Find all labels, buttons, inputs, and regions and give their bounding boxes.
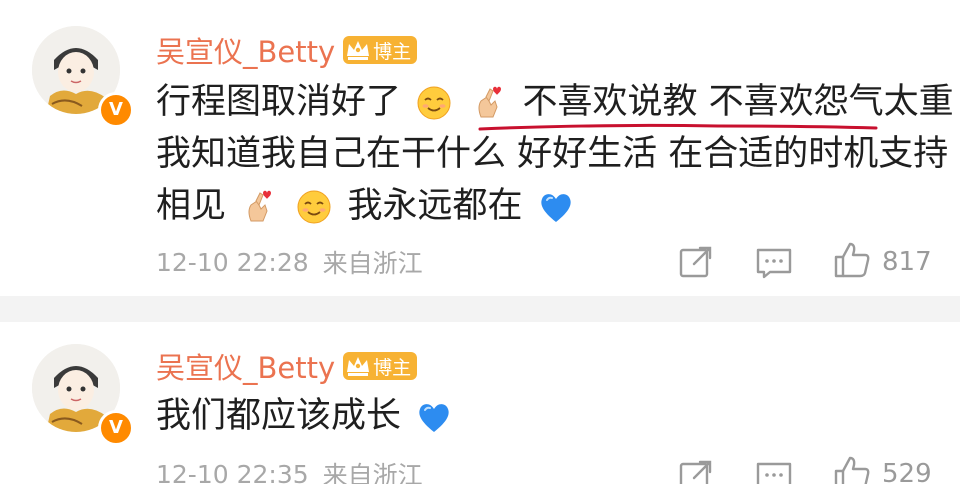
verified-badge-icon: V [98, 92, 134, 128]
share-button[interactable] [676, 242, 716, 282]
share-button[interactable] [676, 456, 716, 484]
comment-header: 吴宣仪_Betty 博主 [156, 29, 418, 71]
like-button[interactable] [832, 454, 872, 484]
finger-heart-emoji-icon [471, 85, 507, 121]
avatar[interactable]: V [32, 26, 134, 128]
location: 来自浙江 [322, 461, 423, 484]
share-icon [676, 456, 716, 484]
comment-header: 吴宣仪_Betty 博主 [156, 345, 418, 387]
comment-text-line: 相见 我永远都在 [156, 180, 578, 232]
username[interactable]: 吴宣仪_Betty [156, 29, 335, 71]
blue-heart-emoji-icon [416, 399, 452, 435]
timestamp: 12-10 22:28 [156, 247, 309, 277]
comment-button[interactable] [754, 456, 794, 484]
smile-emoji-icon [416, 85, 452, 121]
comment-text: 相见 [156, 186, 227, 226]
comment-text-line: 我知道我自己在干什么 好好生活 在合适的时机支持 [156, 128, 948, 180]
comment-icon [754, 456, 794, 484]
username[interactable]: 吴宣仪_Betty [156, 345, 335, 387]
comment-item: V 吴宣仪_Betty 博主 我们都应该成长 12-10 22:35 来自浙江 … [0, 322, 960, 484]
comment-icon [754, 242, 794, 282]
comment-text-line: 我们都应该成长 [156, 390, 456, 442]
like-count: 817 [882, 247, 932, 277]
avatar[interactable]: V [32, 344, 134, 446]
blogger-badge-label: 博主 [373, 40, 412, 63]
comment-text: 我永远都在 [347, 186, 523, 226]
comment-meta: 12-10 22:35 来自浙江 [156, 454, 423, 484]
blogger-badge: 博主 [343, 352, 418, 380]
comment-divider [0, 296, 960, 322]
comment-text: 不喜欢说教 不喜欢怨气太重 [522, 82, 954, 122]
location: 来自浙江 [322, 249, 423, 278]
like-button[interactable] [832, 240, 872, 280]
blogger-badge-label: 博主 [373, 356, 412, 379]
comment-button[interactable] [754, 242, 794, 282]
thumbs-up-icon [832, 454, 872, 484]
blue-heart-emoji-icon [538, 189, 574, 225]
comment-item: V 吴宣仪_Betty 博主 行程图取消好了 不喜欢说教 不喜欢怨气太重 我知道… [0, 0, 960, 296]
crown-icon [345, 38, 371, 62]
verified-badge-icon: V [98, 410, 134, 446]
timestamp: 12-10 22:35 [156, 459, 309, 484]
finger-heart-emoji-icon [241, 189, 277, 225]
like-count: 529 [882, 459, 932, 484]
comment-meta: 12-10 22:28 来自浙江 [156, 242, 423, 282]
share-icon [676, 242, 716, 282]
thumbs-up-icon [832, 240, 872, 280]
smile-emoji-icon [296, 189, 332, 225]
crown-icon [345, 354, 371, 378]
blogger-badge: 博主 [343, 36, 418, 64]
comment-text: 我知道我自己在干什么 好好生活 在合适的时机支持 [156, 134, 949, 174]
comment-text: 我们都应该成长 [156, 396, 402, 436]
comment-text: 行程图取消好了 [156, 82, 402, 122]
